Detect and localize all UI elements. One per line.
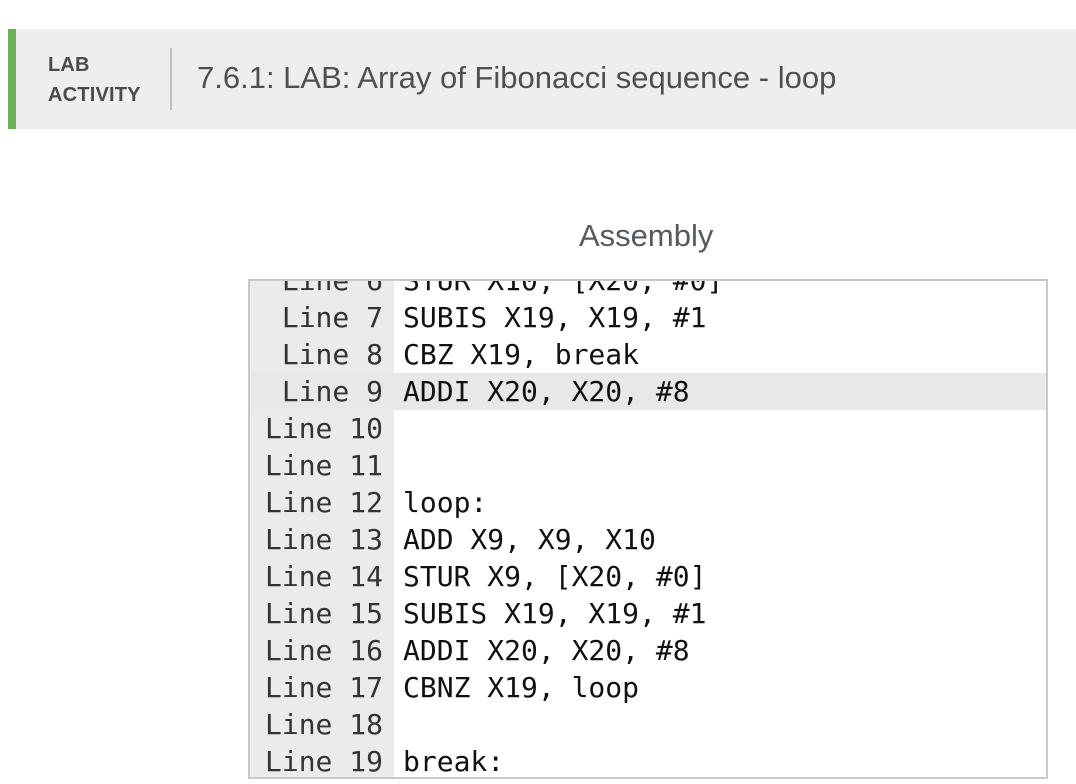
line-number: Line 9 bbox=[281, 375, 383, 408]
line-code[interactable]: ADDI X20, X20, #8 bbox=[403, 373, 690, 410]
lab-tag-line1: LAB bbox=[48, 54, 90, 76]
line-code[interactable]: CBNZ X19, loop bbox=[403, 669, 639, 706]
editor-title: Assembly bbox=[579, 218, 714, 253]
code-line[interactable]: Line 8 CBZ X19, break bbox=[250, 336, 1046, 373]
line-code[interactable]: SUBIS X19, X19, #1 bbox=[403, 299, 706, 336]
code-line[interactable]: Line 19 break: bbox=[250, 743, 1046, 778]
line-number: Line 10 bbox=[264, 412, 383, 445]
line-number: Line 8 bbox=[281, 338, 383, 371]
code-line[interactable]: Line 6 STUR X10, [X20, #0] bbox=[250, 279, 1046, 299]
line-code[interactable]: SUBIS X19, X19, #1 bbox=[403, 595, 706, 632]
lab-activity-tag: LAB ACTIVITY bbox=[48, 50, 141, 110]
code-line[interactable]: Line 7 SUBIS X19, X19, #1 bbox=[250, 299, 1046, 336]
line-number: Line 16 bbox=[264, 634, 383, 667]
code-line[interactable]: Line 12 loop: bbox=[250, 484, 1046, 521]
code-line[interactable]: Line 15 SUBIS X19, X19, #1 bbox=[250, 595, 1046, 632]
line-number: Line 14 bbox=[264, 560, 383, 593]
code-line[interactable]: Line 18 bbox=[250, 706, 1046, 743]
line-code[interactable]: CBZ X19, break bbox=[403, 336, 639, 373]
line-code[interactable]: STUR X10, [X20, #0] bbox=[403, 281, 723, 299]
lab-title: 7.6.1: LAB: Array of Fibonacci sequence … bbox=[197, 60, 837, 95]
line-number: Line 7 bbox=[281, 301, 383, 334]
line-number: Line 11 bbox=[264, 449, 383, 482]
line-number: Line 12 bbox=[264, 486, 383, 519]
lab-tag-line2: ACTIVITY bbox=[48, 84, 141, 106]
code-line[interactable]: Line 17 CBNZ X19, loop bbox=[250, 669, 1046, 706]
code-line[interactable]: Line 16 ADDI X20, X20, #8 bbox=[250, 632, 1046, 669]
code-line[interactable]: Line 14 STUR X9, [X20, #0] bbox=[250, 558, 1046, 595]
line-code[interactable]: ADDI X20, X20, #8 bbox=[403, 632, 690, 669]
line-number: Line 17 bbox=[264, 671, 383, 704]
code-line[interactable]: Line 13 ADD X9, X9, X10 bbox=[250, 521, 1046, 558]
page: LAB ACTIVITY 7.6.1: LAB: Array of Fibona… bbox=[0, 0, 1076, 784]
lab-header: LAB ACTIVITY 7.6.1: LAB: Array of Fibona… bbox=[8, 29, 1076, 129]
line-number: Line 13 bbox=[264, 523, 383, 556]
code-line[interactable]: Line 11 bbox=[250, 447, 1046, 484]
code-lines: Line 6 STUR X10, [X20, #0] Line 7 SUBIS X19… bbox=[250, 279, 1046, 778]
code-line[interactable]: Line 10 bbox=[250, 410, 1046, 447]
line-number: Line 19 bbox=[264, 745, 383, 778]
line-code[interactable]: break: bbox=[403, 743, 504, 777]
code-line[interactable]: Line 9 ADDI X20, X20, #8 bbox=[250, 373, 1046, 410]
line-number: Line 15 bbox=[264, 597, 383, 630]
line-number: Line 6 bbox=[281, 279, 383, 297]
line-code[interactable]: STUR X9, [X20, #0] bbox=[403, 558, 706, 595]
code-editor[interactable]: Line 6 STUR X10, [X20, #0] Line 7 SUBIS X19… bbox=[248, 279, 1048, 779]
line-number: Line 18 bbox=[264, 708, 383, 741]
header-divider bbox=[170, 48, 172, 110]
line-code[interactable]: loop: bbox=[403, 484, 487, 521]
line-code[interactable]: ADD X9, X9, X10 bbox=[403, 521, 656, 558]
